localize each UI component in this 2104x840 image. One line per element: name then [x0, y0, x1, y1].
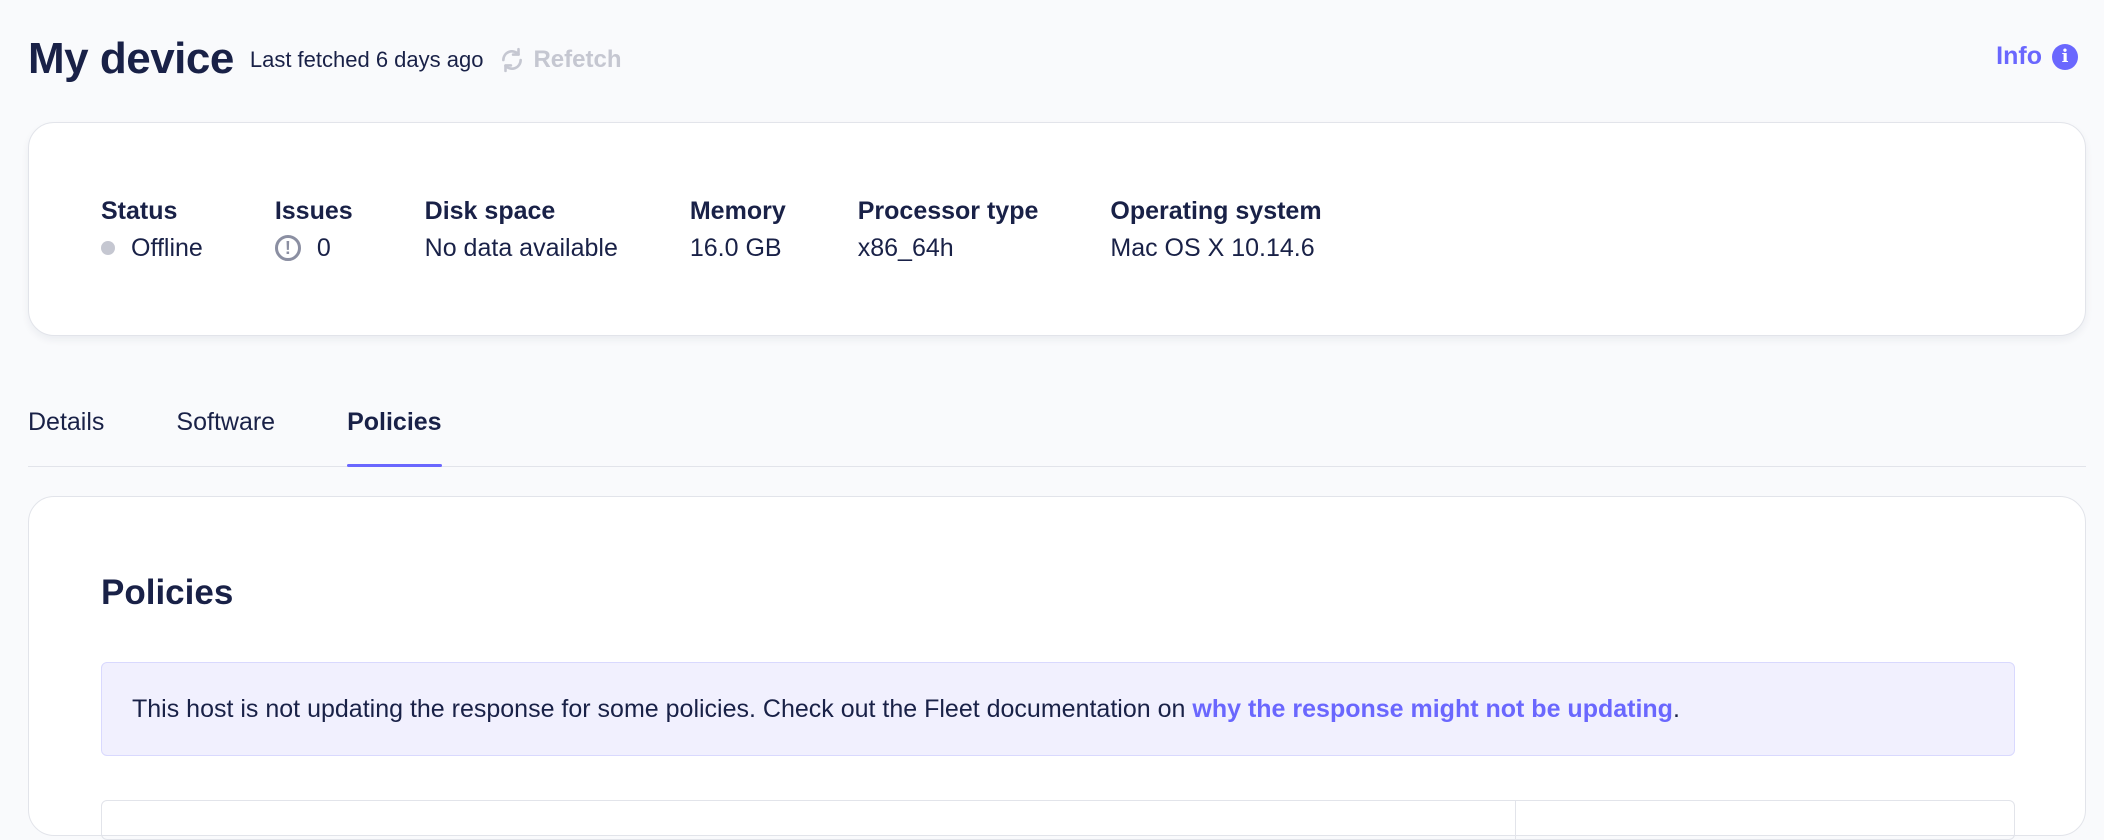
- summary-memory: Memory 16.0 GB: [690, 197, 786, 265]
- issues-value[interactable]: ! 0: [274, 231, 353, 265]
- summary-items: Status Offline Issues ! 0 Disk space No …: [101, 197, 1394, 265]
- summary-status: Status Offline: [101, 197, 203, 265]
- column-divider: [1515, 801, 1516, 839]
- operating-system-value: Mac OS X 10.14.6: [1110, 233, 1315, 262]
- issues-label: Issues: [274, 197, 353, 225]
- status-value: Offline: [101, 231, 203, 265]
- summary-disk-space: Disk space No data available: [425, 197, 618, 265]
- disk-space-label: Disk space: [424, 197, 556, 225]
- banner-end: .: [1672, 694, 1680, 723]
- device-summary-card: Status Offline Issues ! 0 Disk space No …: [28, 122, 2086, 336]
- processor-type-label: Processor type: [857, 197, 1039, 225]
- status-text: Offline: [131, 233, 203, 262]
- summary-operating-system: Operating system Mac OS X 10.14.6: [1110, 197, 1321, 265]
- policies-card: Policies This host is not updating the r…: [28, 496, 2086, 840]
- disk-space-value: No data available: [424, 233, 618, 262]
- page-title: My device: [28, 34, 234, 83]
- info-label: Info: [1996, 42, 2042, 70]
- summary-processor-type: Processor type x86_64h: [858, 197, 1039, 265]
- memory-label: Memory: [689, 197, 786, 225]
- status-dot-icon: [101, 241, 115, 255]
- info-link[interactable]: Info i: [1996, 42, 2078, 71]
- tab-policies[interactable]: Policies: [347, 400, 442, 467]
- info-banner: This host is not updating the response f…: [101, 662, 2015, 756]
- info-icon: i: [2052, 43, 2078, 70]
- refetch-label: Refetch: [533, 46, 622, 73]
- device-tabs: Details Software Policies: [28, 400, 2086, 467]
- refetch-button[interactable]: Refetch: [499, 44, 622, 74]
- issues-count: 0: [316, 233, 331, 262]
- operating-system-label: Operating system: [1110, 197, 1322, 225]
- page-header: My device Last fetched 6 days ago Refetc…: [28, 30, 622, 88]
- memory-value: 16.0 GB: [689, 233, 782, 262]
- summary-issues: Issues ! 0: [274, 197, 353, 265]
- tab-details[interactable]: Details: [28, 400, 104, 466]
- policies-title: Policies: [101, 573, 234, 612]
- documentation-link[interactable]: why the response might not be updating: [1192, 695, 1673, 724]
- last-fetched-text: Last fetched 6 days ago: [249, 47, 484, 72]
- processor-type-value: x86_64h: [857, 233, 954, 262]
- banner-text: This host is not updating the response f…: [132, 694, 1186, 723]
- refresh-icon: [502, 47, 523, 73]
- issue-icon: !: [274, 235, 301, 261]
- tab-software[interactable]: Software: [176, 400, 275, 466]
- status-label: Status: [101, 197, 178, 225]
- policies-table: [101, 800, 2015, 840]
